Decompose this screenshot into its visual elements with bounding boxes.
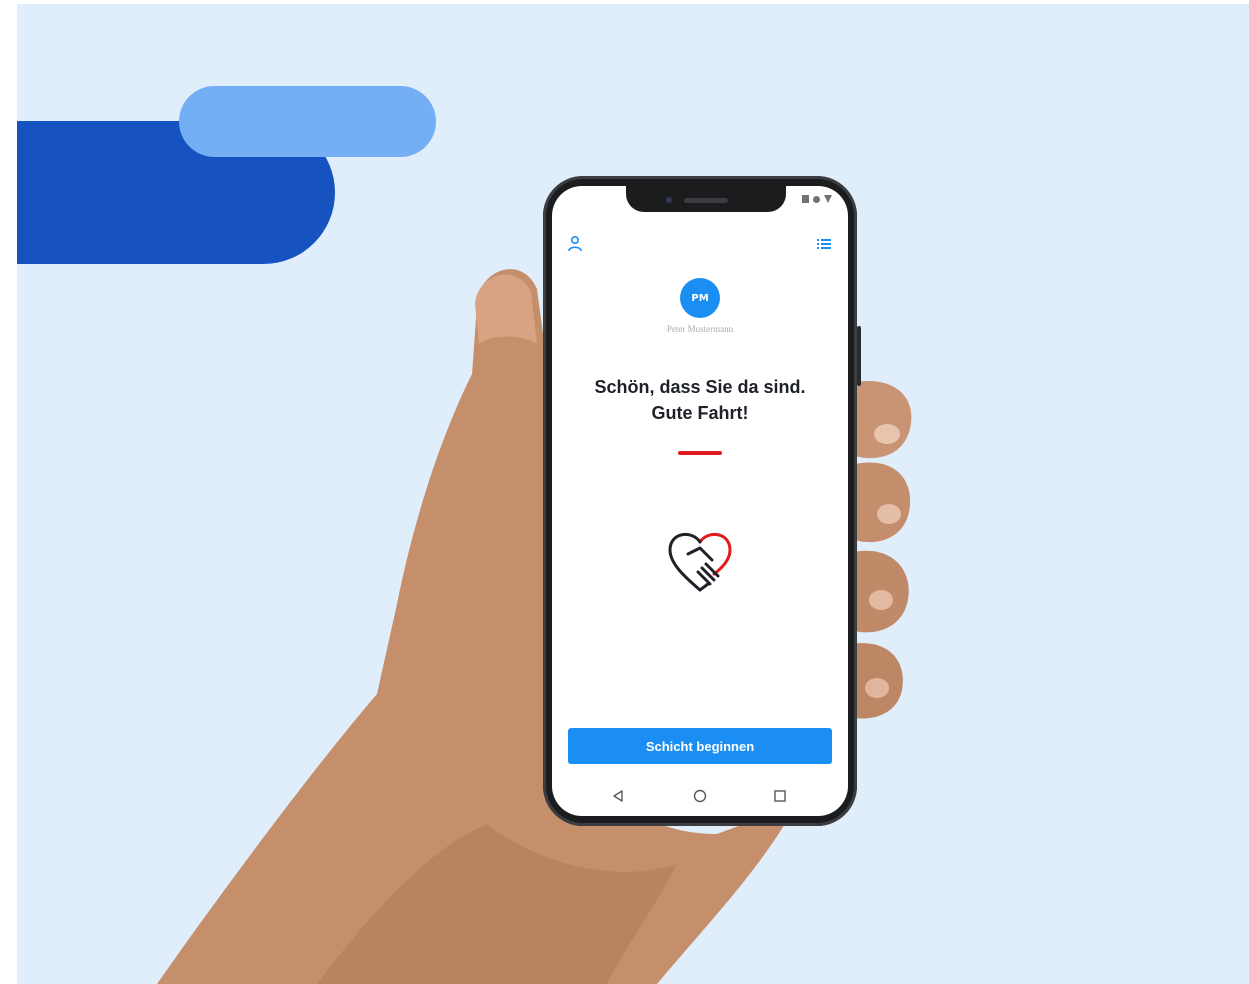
- triangle-back-icon: [613, 790, 623, 802]
- circle-home-icon: [693, 789, 707, 803]
- signal-dot-icon: [813, 195, 820, 203]
- nav-recents-button[interactable]: [770, 786, 790, 806]
- android-nav-bar: [552, 782, 848, 812]
- wifi-icon: [824, 195, 832, 203]
- nav-back-button[interactable]: [608, 786, 628, 806]
- red-divider: [678, 451, 722, 455]
- welcome-line-1: Schön, dass Sie da sind.: [594, 377, 806, 397]
- user-name: Peter Mustermann: [666, 324, 734, 334]
- handshake-heart-icon: [668, 533, 732, 592]
- square-recents-icon: [774, 790, 786, 802]
- welcome-message: Schön, dass Sie da sind. Gute Fahrt!: [552, 374, 848, 426]
- promo-scene: PM Peter Mustermann Schön, dass Sie da s…: [17, 4, 1249, 984]
- camera-icon: [666, 197, 672, 203]
- phone-side-button: [857, 326, 861, 386]
- smartphone: PM Peter Mustermann Schön, dass Sie da s…: [543, 176, 861, 826]
- nav-home-button[interactable]: [690, 786, 710, 806]
- status-bar-icons: [802, 195, 832, 203]
- welcome-line-2: Gute Fahrt!: [651, 403, 749, 423]
- start-shift-button[interactable]: Schicht beginnen: [568, 728, 832, 764]
- phone-notch: [626, 186, 786, 212]
- menu-button[interactable]: [814, 234, 834, 254]
- profile-button[interactable]: [566, 234, 586, 254]
- battery-icon: [802, 195, 809, 203]
- speaker-grille: [684, 198, 728, 203]
- user-icon: [568, 235, 582, 252]
- list-icon: [817, 239, 831, 249]
- avatar: PM: [680, 278, 720, 318]
- phone-screen: PM Peter Mustermann Schön, dass Sie da s…: [552, 186, 848, 816]
